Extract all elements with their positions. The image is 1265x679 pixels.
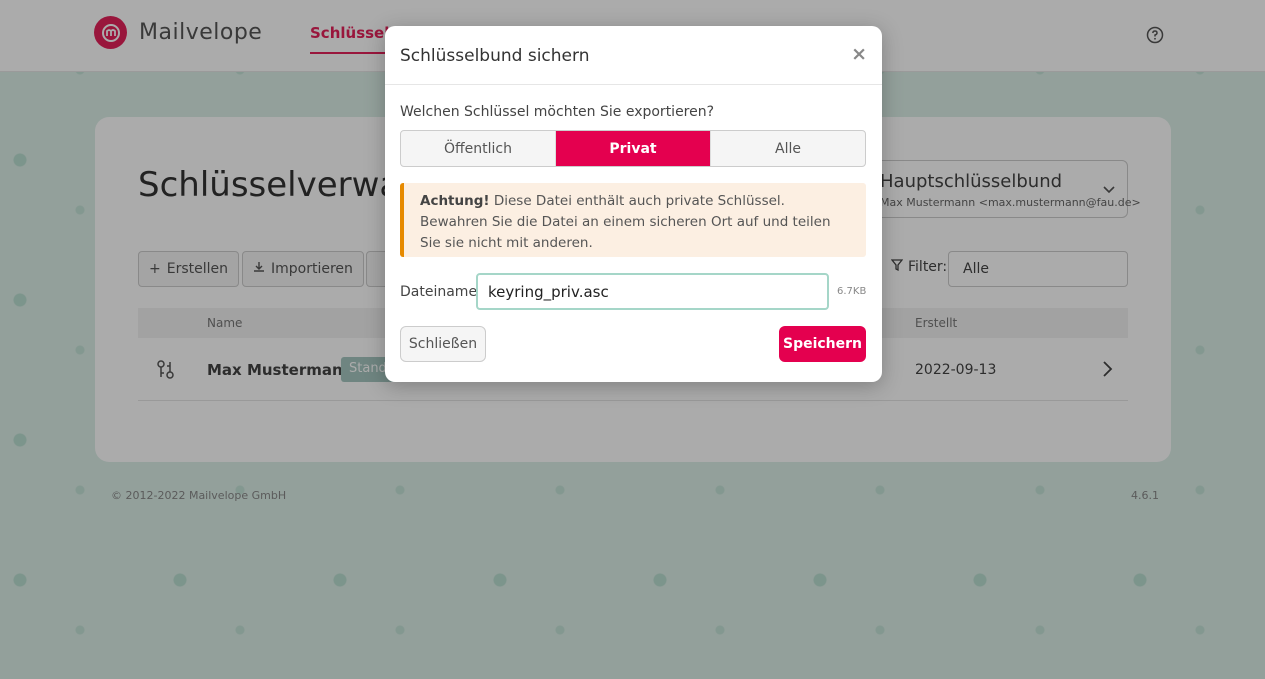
close-button[interactable]: Schließen: [400, 326, 486, 362]
segment-all[interactable]: Alle: [710, 131, 865, 166]
key-type-selector: Öffentlich Privat Alle: [400, 130, 866, 167]
filename-input[interactable]: [476, 273, 829, 310]
file-size: 6.7KB: [837, 286, 867, 297]
export-keyring-dialog: Schlüsselbund sichern × Welchen Schlüsse…: [385, 26, 882, 382]
filename-label: Dateiname: [400, 284, 478, 300]
segment-private[interactable]: Privat: [555, 131, 710, 166]
close-icon[interactable]: ×: [851, 43, 867, 65]
export-question: Welchen Schlüssel möchten Sie exportiere…: [400, 104, 715, 120]
warning-alert: Achtung! Diese Datei enthält auch privat…: [400, 183, 866, 257]
modal-title: Schlüsselbund sichern: [400, 46, 590, 66]
segment-public[interactable]: Öffentlich: [401, 131, 555, 166]
alert-strong: Achtung!: [420, 193, 490, 209]
modal-header: Schlüsselbund sichern ×: [385, 26, 882, 85]
save-button[interactable]: Speichern: [779, 326, 866, 362]
